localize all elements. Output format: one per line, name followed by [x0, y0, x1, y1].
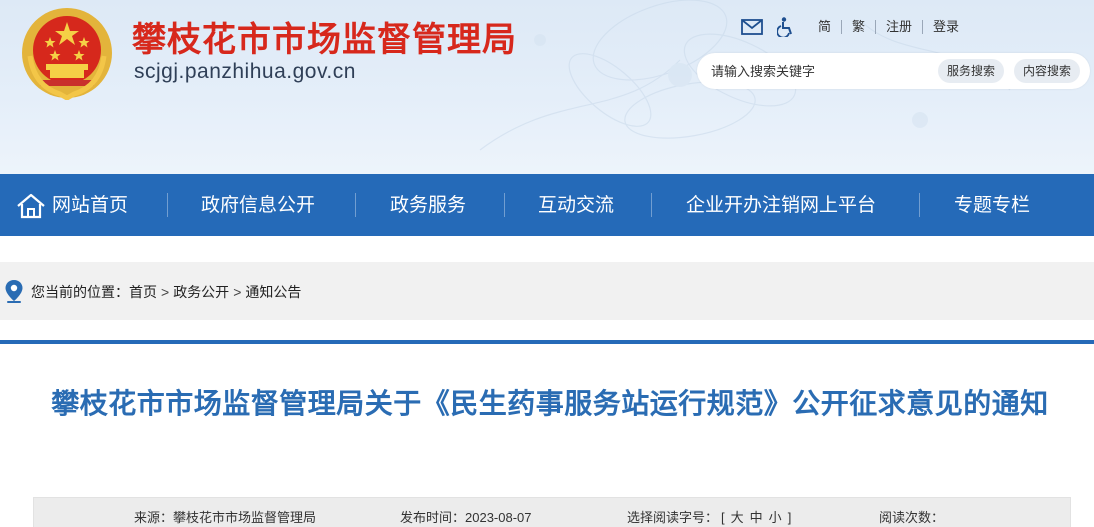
- nav-divider: [355, 193, 356, 217]
- font-size-large[interactable]: 大: [728, 510, 747, 525]
- simplified-chinese-link[interactable]: 简: [808, 20, 841, 34]
- site-domain: scjgj.panzhihua.gov.cn: [134, 60, 356, 83]
- nav-divider: [651, 193, 652, 217]
- font-size-small[interactable]: 小: [766, 510, 785, 525]
- register-link[interactable]: 注册: [875, 20, 922, 34]
- font-bracket-open: [: [721, 510, 725, 525]
- date-value: 2023-08-07: [465, 510, 532, 525]
- breadcrumb-item-home[interactable]: 首页: [129, 284, 157, 300]
- accessibility-icon[interactable]: [774, 16, 798, 38]
- national-emblem-icon: [22, 8, 112, 100]
- home-icon: [17, 193, 45, 219]
- mail-icon[interactable]: [740, 16, 764, 38]
- nav-item-gov-info[interactable]: 政府信息公开: [201, 174, 315, 236]
- views-label: 阅读次数：: [879, 510, 945, 525]
- breadcrumb-separator: >: [161, 284, 170, 300]
- source-value: 攀枝花市市场监督管理局: [173, 510, 317, 525]
- nav-item-special-topics[interactable]: 专题专栏: [954, 174, 1030, 236]
- nav-item-interaction[interactable]: 互动交流: [538, 174, 614, 236]
- breadcrumb: 您当前的位置：首页 > 政务公开 > 通知公告: [0, 262, 1094, 320]
- article-date: 发布时间：2023-08-07: [400, 507, 532, 526]
- breadcrumb-item-notices[interactable]: 通知公告: [245, 284, 301, 300]
- font-size-label: 选择阅读字号：: [627, 510, 719, 525]
- article-title: 攀枝花市市场监督管理局关于《民生药事服务站运行规范》公开征求意见的通知: [51, 387, 1049, 420]
- breadcrumb-separator: >: [233, 284, 242, 300]
- search-input[interactable]: [711, 61, 911, 81]
- article-source: 来源：攀枝花市市场监督管理局: [134, 507, 316, 526]
- traditional-chinese-link[interactable]: 繁: [841, 20, 875, 34]
- content-search-button[interactable]: 内容搜索: [1014, 59, 1081, 83]
- breadcrumb-label: 您当前的位置：: [31, 284, 129, 300]
- font-size-medium[interactable]: 中: [747, 510, 766, 525]
- article-meta-bar: 来源：攀枝花市市场监督管理局 发布时间：2023-08-07 选择阅读字号：[大…: [33, 497, 1071, 527]
- nav-divider: [919, 193, 920, 217]
- nav-item-home[interactable]: 网站首页: [52, 174, 128, 236]
- article-views: 阅读次数：: [879, 507, 944, 526]
- site-title: 攀枝花市市场监督管理局: [132, 20, 517, 60]
- nav-item-enterprise-platform[interactable]: 企业开办注销网上平台: [686, 174, 876, 236]
- site-header: 攀枝花市市场监督管理局 scjgj.panzhihua.gov.cn 简 繁 注…: [0, 0, 1094, 174]
- service-search-button[interactable]: 服务搜索: [938, 59, 1005, 83]
- breadcrumb-item-gov-affairs[interactable]: 政务公开: [173, 284, 229, 300]
- content-top-divider: [0, 340, 1094, 344]
- nav-item-services[interactable]: 政务服务: [390, 174, 466, 236]
- source-label: 来源：: [134, 510, 174, 525]
- location-pin-icon: [5, 280, 23, 303]
- nav-divider: [167, 193, 168, 217]
- main-nav: 网站首页 政府信息公开 政务服务 互动交流 企业开办注销网上平台 专题专栏: [0, 174, 1094, 236]
- font-bracket-close: ]: [787, 510, 792, 525]
- nav-divider: [504, 193, 505, 217]
- search-box: 服务搜索 内容搜索: [697, 53, 1090, 89]
- top-links: 简 繁 注册 登录: [740, 16, 969, 38]
- breadcrumb-trail: 您当前的位置：首页 > 政务公开 > 通知公告: [31, 282, 301, 302]
- font-size-selector: 选择阅读字号：[大中小]: [627, 507, 794, 526]
- date-label: 发布时间：: [400, 510, 466, 525]
- login-link[interactable]: 登录: [922, 20, 969, 34]
